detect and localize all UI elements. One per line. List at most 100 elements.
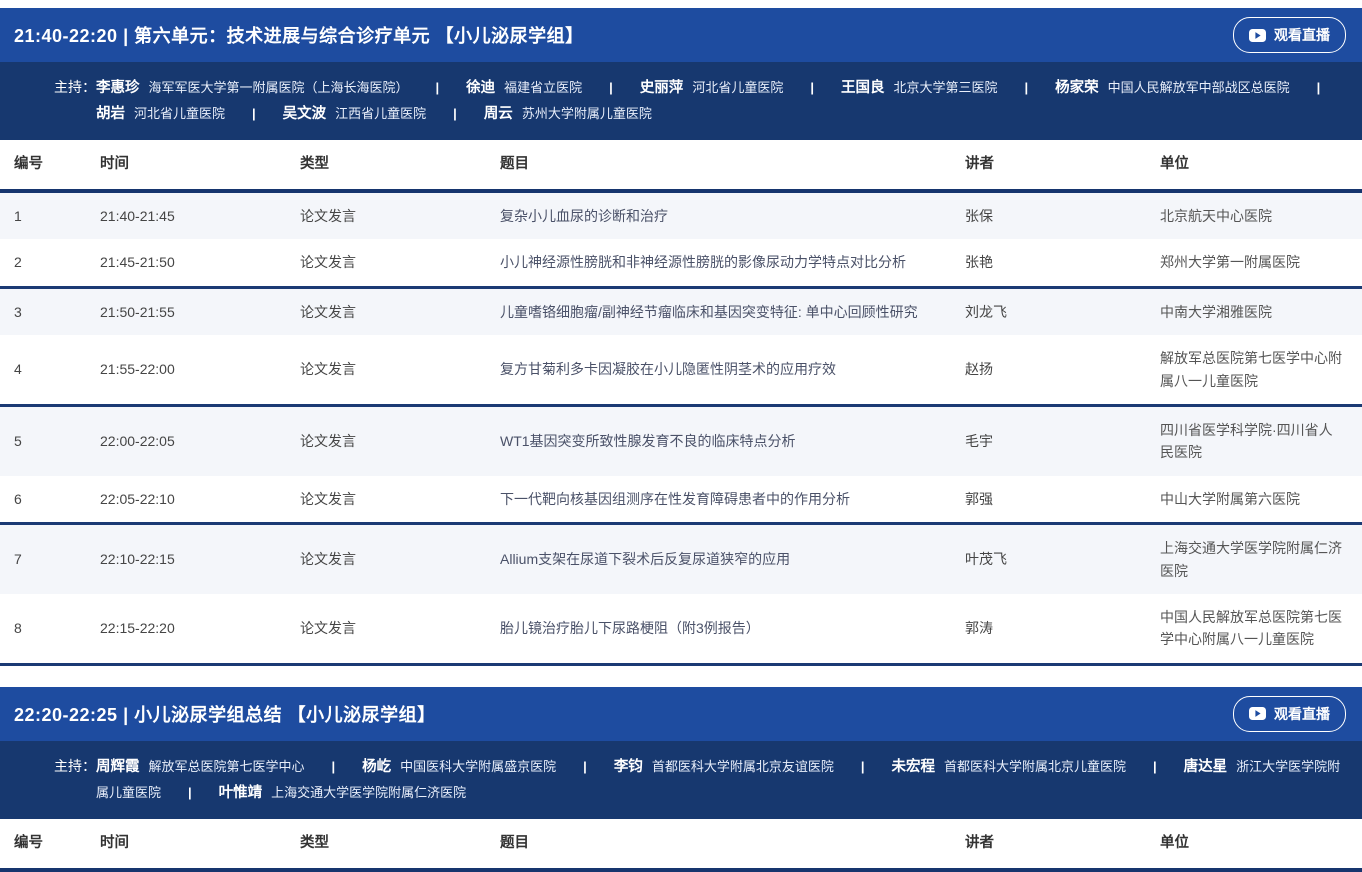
cell-speaker: 郭涛 <box>965 606 1160 650</box>
col-header-unit: 单位 <box>1160 819 1362 868</box>
section-divider-gap <box>0 666 1362 687</box>
cell-speaker: 张保 <box>965 194 1160 238</box>
divider: | <box>810 75 814 100</box>
session-header-2: 22:20-22:25 | 小儿泌尿学组总结 【小儿泌尿学组】 观看直播 <box>0 687 1362 741</box>
moderator-name: 王国良 <box>841 80 885 96</box>
moderators-list: 李惠珍海军军医大学第一附属医院（上海长海医院）|徐迪福建省立医院|史丽萍河北省儿… <box>96 75 1348 127</box>
moderator-name: 未宏程 <box>891 759 935 775</box>
cell-unit: 上海交通大学医学院附属仁济医院 <box>1160 525 1356 594</box>
moderator: 胡岩河北省儿童医院 <box>96 106 225 121</box>
moderator: 李钧首都医科大学附属北京友谊医院 <box>614 759 834 774</box>
cell-type: 论文发言 <box>300 537 500 581</box>
cell-title: 小儿神经源性膀胱和非神经源性膀胱的影像尿动力学特点对比分析 <box>500 240 965 284</box>
table-row: 5 22:00-22:05 论文发言 WT1基因突变所致性腺发育不良的临床特点分… <box>0 407 1362 476</box>
cell-type: 论文发言 <box>300 477 500 521</box>
moderator-affiliation: 北京大学第三医院 <box>893 80 997 95</box>
moderator-affiliation: 苏州大学附属儿童医院 <box>522 106 652 121</box>
cell-type: 论文发言 <box>300 606 500 650</box>
cell-unit: 北京航天中心医院 <box>1160 193 1356 239</box>
table-row: 3 21:50-21:55 论文发言 儿童嗜铬细胞瘤/副神经节瘤临床和基因突变特… <box>0 289 1362 335</box>
col-header-title: 题目 <box>500 140 965 189</box>
col-header-unit: 单位 <box>1160 140 1362 189</box>
session-block-2: 22:20-22:25 | 小儿泌尿学组总结 【小儿泌尿学组】 观看直播 主持：… <box>0 687 1362 872</box>
watch-live-button[interactable]: 观看直播 <box>1233 17 1346 53</box>
moderator: 未宏程首都医科大学附属北京儿童医院 <box>891 759 1126 774</box>
divider: | <box>583 754 587 779</box>
table-row: 1 21:40-21:45 论文发言 复杂小儿血尿的诊断和治疗 张保 北京航天中… <box>0 193 1362 239</box>
moderators-list: 周辉霞解放军总医院第七医学中心|杨屹中国医科大学附属盛京医院|李钧首都医科大学附… <box>96 754 1348 806</box>
cell-no: 2 <box>14 240 100 284</box>
moderator: 杨屹中国医科大学附属盛京医院 <box>362 759 556 774</box>
moderator-name: 李钧 <box>614 759 643 775</box>
moderator-name: 周辉霞 <box>96 759 140 775</box>
cell-unit: 解放军总医院第七医学中心附属八一儿童医院 <box>1160 335 1356 404</box>
cell-title: 儿童嗜铬细胞瘤/副神经节瘤临床和基因突变特征: 单中心回顾性研究 <box>500 290 965 334</box>
divider: | <box>188 780 192 805</box>
col-header-type: 类型 <box>300 140 500 189</box>
divider: | <box>609 75 613 100</box>
table-row: 6 22:05-22:10 论文发言 下一代靶向核基因组测序在性发育障碍患者中的… <box>0 476 1362 525</box>
moderator: 王国良北京大学第三医院 <box>841 80 998 95</box>
col-header-time: 时间 <box>100 819 300 868</box>
cell-type: 论文发言 <box>300 290 500 334</box>
cell-time: 21:40-21:45 <box>100 194 300 238</box>
moderator: 徐迪福建省立医院 <box>466 80 582 95</box>
moderator-name: 唐达星 <box>1184 759 1228 775</box>
moderator-name: 李惠珍 <box>96 80 140 96</box>
cell-speaker: 刘龙飞 <box>965 290 1160 334</box>
cell-time: 21:55-22:00 <box>100 347 300 391</box>
col-header-type: 类型 <box>300 819 500 868</box>
moderator-affiliation: 中国医科大学附属盛京医院 <box>400 759 556 774</box>
cell-speaker: 叶茂飞 <box>965 537 1160 581</box>
moderator-affiliation: 上海交通大学医学院附属仁济医院 <box>271 785 466 800</box>
moderator-affiliation: 河北省儿童医院 <box>134 106 225 121</box>
moderator-name: 史丽萍 <box>640 80 684 96</box>
divider: | <box>252 101 256 126</box>
hosts-label: 主持： <box>0 75 96 100</box>
moderator-affiliation: 海军军医大学第一附属医院（上海长海医院） <box>149 80 409 95</box>
cell-speaker: 郭强 <box>965 477 1160 521</box>
cell-type: 论文发言 <box>300 419 500 463</box>
moderator-affiliation: 中国人民解放军中部战区总医院 <box>1108 80 1290 95</box>
schedule-page: 21:40-22:20 | 第六单元：技术进展与综合诊疗单元 【小儿泌尿学组】 … <box>0 0 1362 872</box>
divider: | <box>1153 754 1157 779</box>
cell-no: 3 <box>14 290 100 334</box>
session-title: 22:20-22:25 | 小儿泌尿学组总结 【小儿泌尿学组】 <box>14 701 436 727</box>
moderator-affiliation: 福建省立医院 <box>504 80 582 95</box>
watch-live-button[interactable]: 观看直播 <box>1233 696 1346 732</box>
moderator-name: 杨屹 <box>362 759 391 775</box>
cell-no: 8 <box>14 606 100 650</box>
play-icon <box>1249 29 1266 42</box>
divider: | <box>453 101 457 126</box>
cell-title: 胎儿镜治疗胎儿下尿路梗阻（附3例报告） <box>500 606 965 650</box>
cell-no: 5 <box>14 419 100 463</box>
cell-no: 6 <box>14 477 100 521</box>
cell-unit: 郑州大学第一附属医院 <box>1160 239 1356 285</box>
cell-no: 1 <box>14 194 100 238</box>
moderator-name: 吴文波 <box>283 106 327 122</box>
moderator-affiliation: 解放军总医院第七医学中心 <box>149 759 305 774</box>
cell-speaker: 毛宇 <box>965 419 1160 463</box>
moderator-affiliation: 首都医科大学附属北京儿童医院 <box>944 759 1126 774</box>
cell-type: 论文发言 <box>300 194 500 238</box>
cell-time: 21:45-21:50 <box>100 240 300 284</box>
cell-time: 22:05-22:10 <box>100 477 300 521</box>
divider: | <box>1317 75 1321 100</box>
moderator-affiliation: 河北省儿童医院 <box>692 80 783 95</box>
col-header-speaker: 讲者 <box>965 140 1160 189</box>
session-block-1: 21:40-22:20 | 第六单元：技术进展与综合诊疗单元 【小儿泌尿学组】 … <box>0 8 1362 666</box>
col-header-title: 题目 <box>500 819 965 868</box>
divider: | <box>1024 75 1028 100</box>
moderator-name: 胡岩 <box>96 106 125 122</box>
moderator: 周辉霞解放军总医院第七医学中心 <box>96 759 305 774</box>
cell-title: Allium支架在尿道下裂术后反复尿道狭窄的应用 <box>500 537 965 581</box>
cell-unit: 中南大学湘雅医院 <box>1160 289 1356 335</box>
table-row: 8 22:15-22:20 论文发言 胎儿镜治疗胎儿下尿路梗阻（附3例报告） 郭… <box>0 594 1362 666</box>
cell-time: 22:10-22:15 <box>100 537 300 581</box>
table-row: 7 22:10-22:15 论文发言 Allium支架在尿道下裂术后反复尿道狭窄… <box>0 525 1362 594</box>
cell-title: WT1基因突变所致性腺发育不良的临床特点分析 <box>500 419 965 463</box>
watch-live-label: 观看直播 <box>1274 704 1330 724</box>
divider: | <box>861 754 865 779</box>
play-icon <box>1249 707 1266 720</box>
cell-unit: 中国人民解放军总医院第七医学中心附属八一儿童医院 <box>1160 594 1356 663</box>
